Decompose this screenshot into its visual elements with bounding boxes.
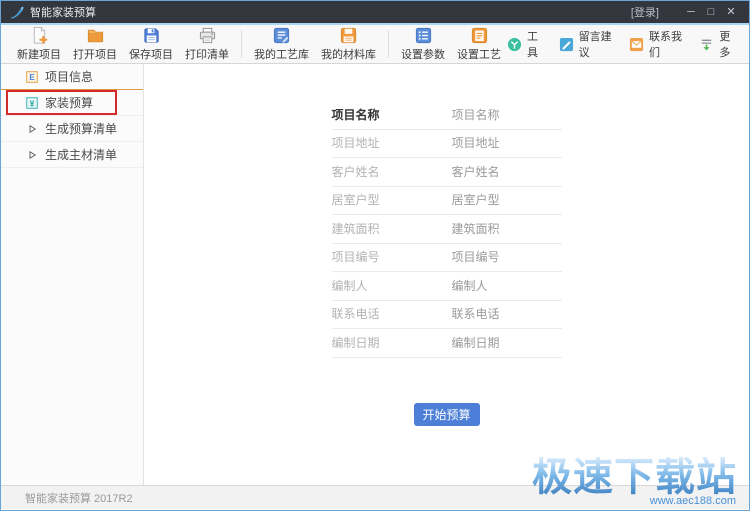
form-row: 项目名称 项目名称 xyxy=(332,101,562,130)
minimize-button[interactable]: ─ xyxy=(681,1,701,23)
sidebar-item-budget[interactable]: ¥ 家装预算 xyxy=(1,90,143,116)
main-panel: 项目名称项目名称项目地址项目地址客户姓名客户姓名居室户型居室户型建筑面积建筑面积… xyxy=(144,64,749,485)
field-input[interactable]: 客户姓名 xyxy=(452,163,500,180)
field-input[interactable]: 项目名称 xyxy=(452,106,500,123)
form-row: 建筑面积 建筑面积 xyxy=(332,215,562,244)
field-label: 建筑面积 xyxy=(332,220,380,237)
toolbar-separator xyxy=(241,30,242,58)
toolbar-button-label: 设置参数 xyxy=(401,46,445,62)
field-input[interactable]: 编制人 xyxy=(452,277,488,294)
toolbar-button-label: 工具 xyxy=(527,28,543,60)
toolbar-button-label: 我的工艺库 xyxy=(254,46,309,62)
field-label: 编制人 xyxy=(332,277,368,294)
sidebar-item-generate-material-list[interactable]: 生成主材清单 xyxy=(1,142,143,168)
toolbar-button-open-project[interactable]: 打开项目 xyxy=(67,25,123,63)
new-project-icon xyxy=(30,26,49,45)
toolbar-button-print-list[interactable]: 打印清单 xyxy=(179,25,235,63)
triangle-icon xyxy=(26,123,38,135)
title-bar: 智能家装预算 [登录] ─ □ ✕ xyxy=(1,1,749,25)
sidebar: E 项目信息 ¥ 家装预算生成预算清单生成主材清单 xyxy=(1,64,144,485)
more-icon xyxy=(699,37,714,52)
toolbar-button-set-process[interactable]: 设置工艺 xyxy=(451,25,507,63)
sidebar-item-label: 项目信息 xyxy=(45,68,93,85)
toolbar-button-label: 联系我们 xyxy=(649,28,683,60)
toolbar: 新建项目打开项目保存项目打印清单 我的工艺库我的材料库 设置参数设置工艺 工具 留言建… xyxy=(1,25,749,64)
save-icon xyxy=(142,26,161,45)
toolbar-button-label: 留言建议 xyxy=(579,28,613,60)
toolbar-button-save-project[interactable]: 保存项目 xyxy=(123,25,179,63)
toolbar-button-tools[interactable]: 工具 xyxy=(507,28,543,60)
sidebar-item-label: 生成主材清单 xyxy=(45,146,117,163)
toolbar-button-set-params[interactable]: 设置参数 xyxy=(395,25,451,63)
field-label: 编制日期 xyxy=(332,334,380,351)
toolbar-button-label: 更多 xyxy=(719,28,735,60)
start-budget-button[interactable]: 开始预算 xyxy=(414,403,480,426)
form-row: 联系电话 联系电话 xyxy=(332,301,562,330)
field-input[interactable]: 项目地址 xyxy=(452,134,500,151)
form-row: 编制日期 编制日期 xyxy=(332,329,562,358)
toolbar-left-group: 新建项目打开项目保存项目打印清单 我的工艺库我的材料库 设置参数设置工艺 xyxy=(11,25,507,63)
toolbar-button-label: 打印清单 xyxy=(185,46,229,62)
maximize-button[interactable]: □ xyxy=(701,1,721,23)
project-info-form: 项目名称项目名称项目地址项目地址客户姓名客户姓名居室户型居室户型建筑面积建筑面积… xyxy=(332,101,562,358)
contact-icon xyxy=(629,37,644,52)
svg-text:¥: ¥ xyxy=(30,98,35,108)
form-row: 客户姓名 客户姓名 xyxy=(332,158,562,187)
field-label: 居室户型 xyxy=(332,191,380,208)
status-bar: 智能家装预算 2017R2 xyxy=(1,485,749,509)
toolbar-button-label: 设置工艺 xyxy=(457,46,501,62)
login-link[interactable]: [登录] xyxy=(631,4,659,20)
feedback-icon xyxy=(559,37,574,52)
toolbar-button-more[interactable]: 更多 xyxy=(699,28,735,60)
toolbar-button-contact-us[interactable]: 联系我们 xyxy=(629,28,683,60)
brush-logo-icon xyxy=(9,5,24,20)
project-info-icon: E xyxy=(26,71,38,83)
budget-icon: ¥ xyxy=(26,97,38,109)
field-input[interactable]: 建筑面积 xyxy=(452,220,500,237)
field-label: 客户姓名 xyxy=(332,163,380,180)
toolbar-right-group: 工具 留言建议 联系我们 更多 xyxy=(507,28,739,60)
printer-icon xyxy=(198,26,217,45)
set-params-icon xyxy=(414,26,433,45)
tools-icon xyxy=(507,37,522,52)
toolbar-button-feedback[interactable]: 留言建议 xyxy=(559,28,613,60)
material-library-icon xyxy=(339,26,358,45)
field-label: 联系电话 xyxy=(332,305,380,322)
sidebar-item-label: 家装预算 xyxy=(45,94,93,111)
toolbar-button-label: 新建项目 xyxy=(17,46,61,62)
field-input[interactable]: 居室户型 xyxy=(452,191,500,208)
toolbar-separator xyxy=(388,30,389,58)
field-label: 项目地址 xyxy=(332,134,380,151)
toolbar-button-new-project[interactable]: 新建项目 xyxy=(11,25,67,63)
toolbar-button-label: 保存项目 xyxy=(129,46,173,62)
status-text: 智能家装预算 2017R2 xyxy=(25,490,133,506)
field-input[interactable]: 联系电话 xyxy=(452,305,500,322)
form-row: 编制人 编制人 xyxy=(332,272,562,301)
field-label: 项目名称 xyxy=(332,106,380,123)
app-window: 智能家装预算 [登录] ─ □ ✕ 新建项目打开项目保存项目打印清单 我的工艺库我… xyxy=(0,0,750,511)
sidebar-item-project-info[interactable]: E 项目信息 xyxy=(1,64,143,90)
app-body: E 项目信息 ¥ 家装预算生成预算清单生成主材清单 项目名称 项目名称项目地址 项目地址客… xyxy=(1,64,749,485)
field-input[interactable]: 编制日期 xyxy=(452,334,500,351)
toolbar-button-my-material-library[interactable]: 我的材料库 xyxy=(315,25,382,63)
toolbar-button-label: 我的材料库 xyxy=(321,46,376,62)
triangle-icon xyxy=(26,149,38,161)
close-button[interactable]: ✕ xyxy=(721,1,741,23)
svg-text:E: E xyxy=(29,73,35,82)
open-folder-icon xyxy=(86,26,105,45)
toolbar-button-my-process-library[interactable]: 我的工艺库 xyxy=(248,25,315,63)
set-process-icon xyxy=(470,26,489,45)
form-row: 项目地址 项目地址 xyxy=(332,130,562,159)
toolbar-button-label: 打开项目 xyxy=(73,46,117,62)
sidebar-item-generate-budget-list[interactable]: 生成预算清单 xyxy=(1,116,143,142)
field-input[interactable]: 项目编号 xyxy=(452,248,500,265)
sidebar-item-label: 生成预算清单 xyxy=(45,120,117,137)
field-label: 项目编号 xyxy=(332,248,380,265)
window-title: 智能家装预算 xyxy=(30,4,96,20)
form-row: 居室户型 居室户型 xyxy=(332,187,562,216)
form-row: 项目编号 项目编号 xyxy=(332,244,562,273)
process-library-icon xyxy=(272,26,291,45)
